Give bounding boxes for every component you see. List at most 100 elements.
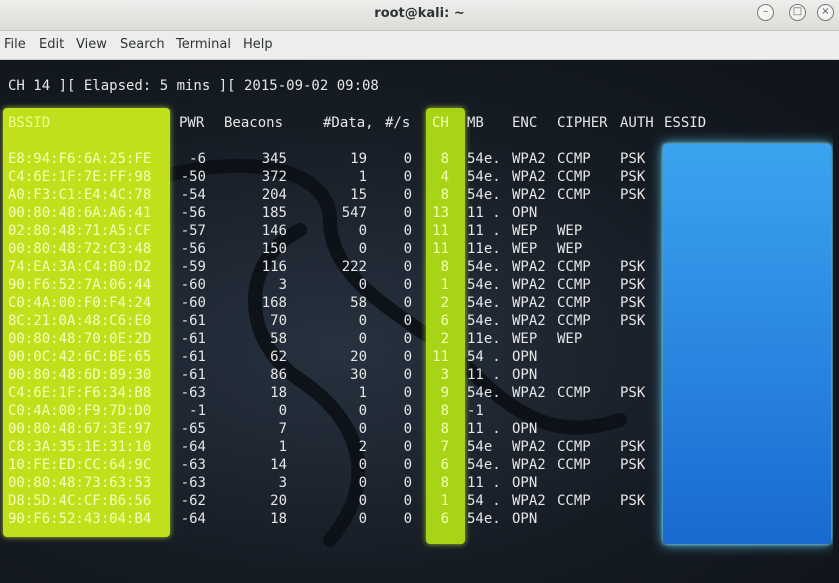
- cell-enc: WPA2: [512, 439, 546, 455]
- cell-bssid: 00:80:48:73:63:53: [8, 475, 152, 491]
- cell-bssid: 00:80:48:6D:89:30: [8, 367, 152, 383]
- cell-rate: 0: [403, 223, 412, 239]
- cell-auth: PSK: [620, 439, 646, 455]
- cell-enc: WPA2: [512, 295, 546, 311]
- cell-beacons: 372: [261, 169, 287, 185]
- cell-ch: 2: [440, 331, 449, 347]
- cell-beacons: 168: [261, 295, 287, 311]
- cell-bssid: C4:6E:1F:7E:FF:98: [8, 169, 152, 185]
- cell-bssid: 74:EA:3A:C4:B0:D2: [8, 259, 152, 275]
- cell-mb: 11 .: [467, 223, 501, 239]
- cell-auth: PSK: [620, 277, 646, 293]
- cell-bssid: 90:F6:52:43:04:B4: [8, 511, 152, 527]
- cell-enc: WPA2: [512, 493, 546, 509]
- cell-bssid: 00:80:48:72:C3:48: [8, 241, 152, 257]
- cell-mb: 54e: [467, 439, 493, 455]
- cell-beacons: 14: [270, 457, 287, 473]
- cell-mb: 54e.: [467, 385, 501, 401]
- menu-file[interactable]: File: [4, 37, 26, 52]
- cell-rate: 0: [403, 205, 412, 221]
- header-mb: MB: [467, 115, 484, 131]
- cell-pwr: -61: [180, 367, 206, 383]
- cell-enc: OPN: [512, 205, 538, 221]
- cell-pwr: -61: [180, 331, 206, 347]
- cell-pwr: -63: [180, 457, 206, 473]
- cell-beacons: 345: [261, 151, 287, 167]
- cell-enc: WPA2: [512, 169, 546, 185]
- cell-rate: 0: [403, 331, 412, 347]
- cell-rate: 0: [403, 475, 412, 491]
- cell-ch: 9: [440, 385, 449, 401]
- cell-auth: PSK: [620, 151, 646, 167]
- cell-pwr: -59: [180, 259, 206, 275]
- minimize-button[interactable]: –: [757, 4, 774, 21]
- cell-pwr: -6: [189, 151, 206, 167]
- cell-rate: 0: [403, 313, 412, 329]
- cell-ch: 1: [440, 277, 449, 293]
- cell-auth: PSK: [620, 169, 646, 185]
- cell-data: 20: [350, 349, 367, 365]
- cell-mb: 54 .: [467, 493, 501, 509]
- menu-help[interactable]: Help: [243, 37, 273, 52]
- cell-beacons: 150: [261, 241, 287, 257]
- cell-auth: PSK: [620, 187, 646, 203]
- cell-enc: WEP: [512, 241, 538, 257]
- terminal-area[interactable]: CH 14 ][ Elapsed: 5 mins ][ 2015-09-02 0…: [0, 60, 839, 583]
- menu-edit[interactable]: Edit: [39, 37, 64, 52]
- cell-ch: 4: [440, 169, 449, 185]
- cell-data: 0: [358, 493, 367, 509]
- cell-data: 0: [358, 277, 367, 293]
- cell-ch: 7: [440, 439, 449, 455]
- cell-beacons: 204: [261, 187, 287, 203]
- cell-mb: 54e.: [467, 511, 501, 527]
- cell-pwr: -64: [180, 511, 206, 527]
- cell-cipher: CCMP: [557, 295, 591, 311]
- window-title: root@kali: ~: [374, 6, 465, 21]
- cell-pwr: -61: [180, 313, 206, 329]
- cell-data: 0: [358, 223, 367, 239]
- cell-ch: 8: [440, 403, 449, 419]
- menu-search[interactable]: Search: [120, 37, 165, 52]
- cell-beacons: 86: [270, 367, 287, 383]
- cell-cipher: WEP: [557, 331, 583, 347]
- cell-cipher: CCMP: [557, 259, 591, 275]
- scrollbar[interactable]: [833, 60, 839, 583]
- cell-cipher: WEP: [557, 241, 583, 257]
- close-button[interactable]: ×: [817, 4, 834, 21]
- cell-cipher: CCMP: [557, 277, 591, 293]
- cell-data: 0: [358, 475, 367, 491]
- cell-auth: PSK: [620, 457, 646, 473]
- cell-rate: 0: [403, 349, 412, 365]
- cell-beacons: 0: [278, 403, 287, 419]
- cell-ch: 8: [440, 151, 449, 167]
- header-pwr: PWR: [179, 115, 205, 131]
- cell-beacons: 18: [270, 511, 287, 527]
- cell-bssid: 02:80:48:71:A5:CF: [8, 223, 152, 239]
- status-line: CH 14 ][ Elapsed: 5 mins ][ 2015-09-02 0…: [8, 78, 379, 94]
- cell-mb: 11 .: [467, 475, 501, 491]
- cell-enc: WPA2: [512, 187, 546, 203]
- cell-beacons: 1: [278, 439, 287, 455]
- cell-mb: 54e.: [467, 313, 501, 329]
- cell-enc: OPN: [512, 421, 538, 437]
- cell-bssid: C0:4A:00:F9:7D:D0: [8, 403, 152, 419]
- cell-data: 30: [350, 367, 367, 383]
- cell-ch: 11: [432, 241, 449, 257]
- cell-enc: OPN: [512, 475, 538, 491]
- cell-data: 2: [358, 439, 367, 455]
- menu-view[interactable]: View: [76, 37, 107, 52]
- cell-rate: 0: [403, 169, 412, 185]
- cell-enc: WPA2: [512, 385, 546, 401]
- cell-ch: 2: [440, 295, 449, 311]
- cell-mb: 11 .: [467, 421, 501, 437]
- cell-data: 1: [358, 169, 367, 185]
- cell-rate: 0: [403, 511, 412, 527]
- cell-bssid: 10:FE:ED:CC:64:9C: [8, 457, 152, 473]
- cell-cipher: CCMP: [557, 439, 591, 455]
- maximize-button[interactable]: □: [789, 4, 806, 21]
- cell-data: 0: [358, 403, 367, 419]
- cell-pwr: -56: [180, 205, 206, 221]
- cell-bssid: 8C:21:0A:48:C6:E0: [8, 313, 152, 329]
- cell-bssid: C0:4A:00:F0:F4:24: [8, 295, 152, 311]
- menu-terminal[interactable]: Terminal: [176, 37, 231, 52]
